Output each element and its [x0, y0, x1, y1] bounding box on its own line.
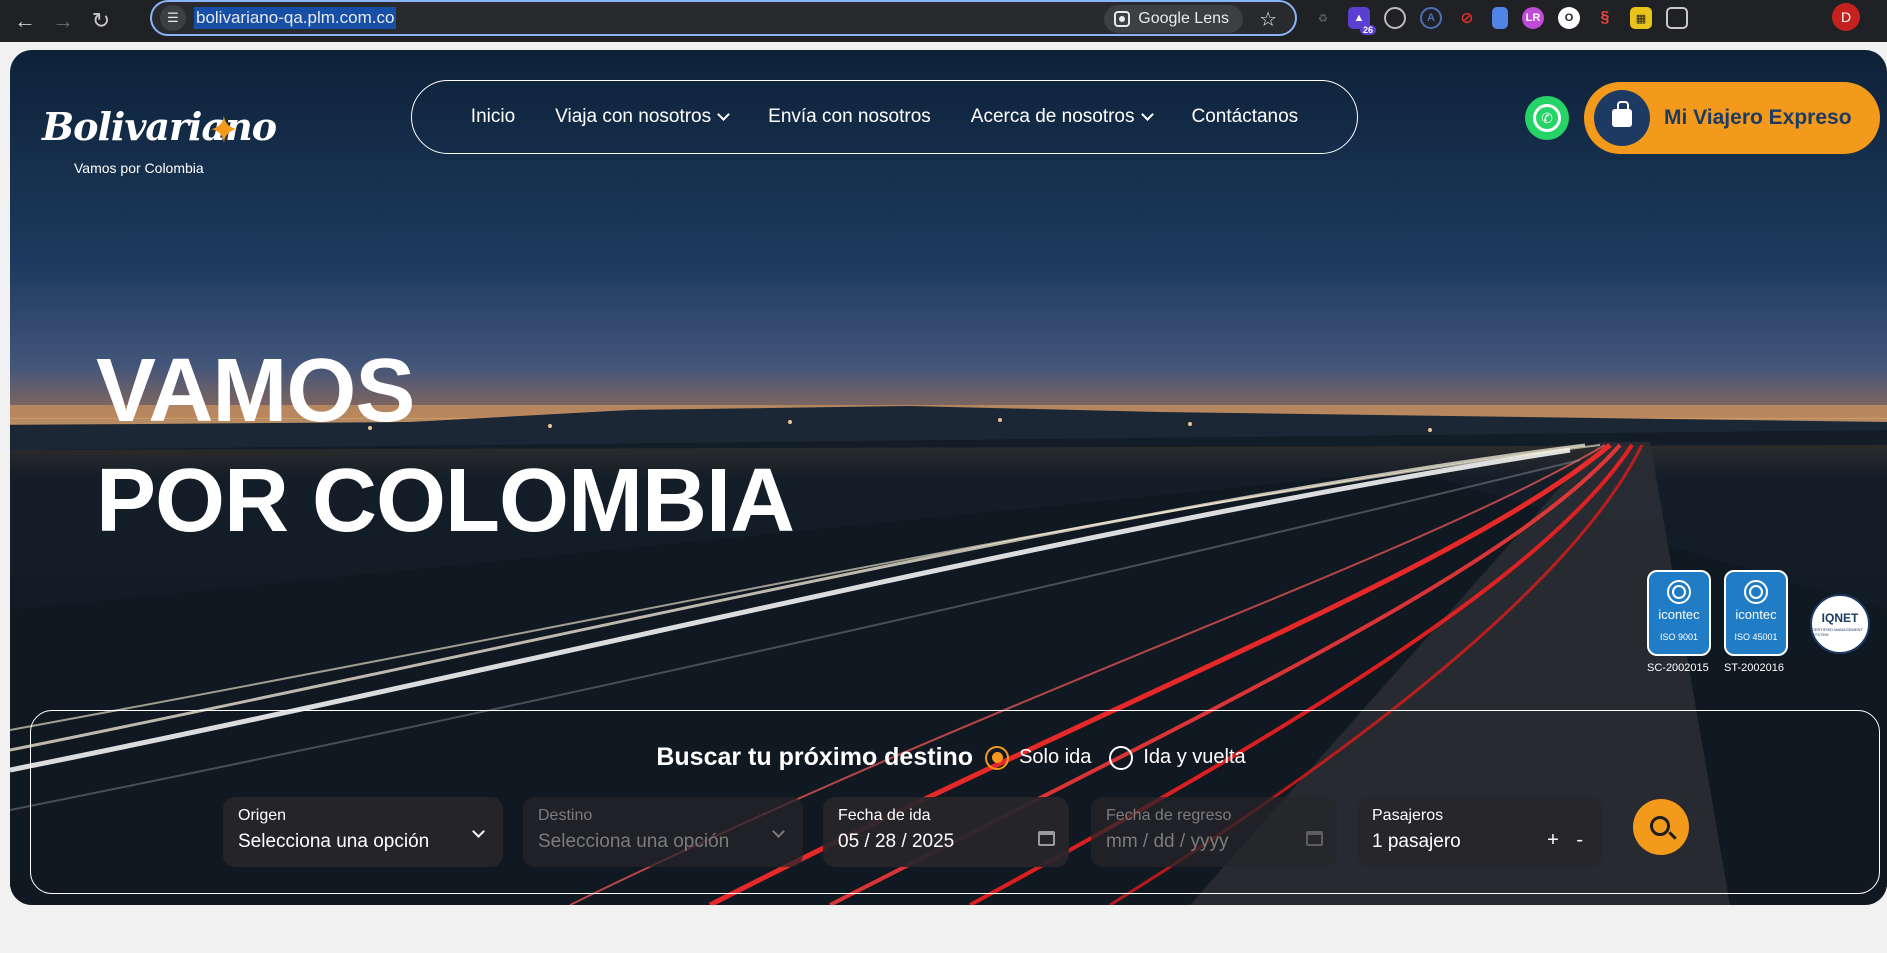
passenger-stepper[interactable]: + - [1547, 829, 1589, 852]
chevron-down-icon [1140, 108, 1154, 121]
origin-label: Origen [238, 807, 287, 824]
whatsapp-icon: ✆ [1533, 104, 1561, 132]
forward-icon[interactable]: → [44, 5, 82, 37]
folder-extension-icon[interactable]: ▦ [1630, 7, 1652, 29]
nav-item-acerca-de-nosotros[interactable]: Acerca de nosotros [970, 106, 1154, 128]
destination-label: Destino [538, 807, 593, 824]
ida-y-vuelta-radio[interactable] [1109, 745, 1134, 770]
ida-y-vuelta-label[interactable]: Ida y vuelta [1143, 746, 1245, 769]
nav-item-label: Contáctanos [1191, 106, 1299, 127]
address-bar[interactable]: ☰ bolivariano-qa.plm.com.co Google Lens … [150, 0, 1297, 36]
bolivariano-logo[interactable]: Bolivariano ✦ Vamos por Colombia [32, 80, 277, 180]
google-lens-button[interactable]: Google Lens [1104, 5, 1243, 33]
destination-value: Selecciona una opción [538, 831, 730, 852]
search-icon [1649, 815, 1670, 836]
s-extension-icon[interactable]: § [1594, 7, 1616, 29]
return-value: mm / dd / yyyy [1106, 831, 1229, 852]
logo-star-icon: ✦ [208, 110, 240, 152]
return-date-field[interactable]: Fecha de regreso mm / dd / yyyy [1091, 797, 1337, 867]
eye-off-extension-icon[interactable]: ⊘ [1456, 7, 1478, 29]
cert-code: ST-2002016 [1724, 662, 1784, 674]
passengers-field[interactable]: Pasajeros 1 pasajero + - [1357, 797, 1603, 867]
nav-item-label: Inicio [470, 106, 516, 127]
trip-search-panel: Buscar tu próximo destino Solo ida Ida y… [30, 710, 1880, 894]
url-text[interactable]: bolivariano-qa.plm.com.co [194, 7, 397, 29]
calendar-icon[interactable] [1306, 831, 1323, 846]
cert-name: icontec [1735, 607, 1777, 622]
return-label: Fecha de regreso [1106, 807, 1232, 824]
nav-item-viaja-con-nosotros[interactable]: Viaja con nosotros [555, 106, 731, 128]
a-extension-icon[interactable]: A [1420, 7, 1442, 29]
passengers-label: Pasajeros [1372, 807, 1444, 824]
round-extension-icon[interactable]: O [1558, 7, 1580, 29]
headline-line-1: VAMOS [96, 341, 415, 441]
cert-standard: ISO 9001 [1659, 632, 1699, 642]
copy-extension-icon[interactable] [1492, 7, 1508, 29]
target-extension-icon[interactable] [1384, 7, 1406, 29]
whatsapp-button[interactable]: ✆ [1525, 96, 1569, 140]
nav-item-label: Acerca de nosotros [970, 106, 1135, 127]
extensions-bar: ♻ ▲ 26 A ⊘ LR O § ▦ [1312, 4, 1688, 35]
back-icon[interactable]: ← [6, 5, 44, 37]
site-settings-icon[interactable]: ☰ [160, 5, 186, 31]
calendar-icon[interactable] [1038, 831, 1055, 846]
icontec-icon [1744, 580, 1768, 604]
departure-date-field[interactable]: Fecha de ida 05 / 28 / 2025 [823, 797, 1069, 867]
graduation-extension-icon[interactable]: ▲ 26 [1348, 7, 1376, 35]
solo-ida-label[interactable]: Solo ida [1019, 746, 1091, 769]
departure-value: 05 / 28 / 2025 [838, 831, 955, 852]
main-navigation: Inicio Viaja con nosotros Envía con noso… [411, 80, 1358, 154]
icontec-iso9001-badge: icontec ISO 9001 [1647, 570, 1711, 656]
google-lens-icon [1114, 11, 1131, 27]
logo-tagline: Vamos por Colombia [74, 160, 204, 176]
nav-item-envia-con-nosotros[interactable]: Envía con nosotros [768, 106, 931, 128]
google-lens-label: Google Lens [1138, 10, 1229, 27]
destination-select[interactable]: Destino Selecciona una opción [523, 797, 803, 867]
bookmark-star-icon[interactable]: ☆ [1259, 7, 1277, 32]
chevron-down-icon [717, 108, 731, 121]
icontec-icon [1667, 580, 1691, 604]
cta-label: Mi Viajero Expreso [1664, 106, 1852, 129]
mi-viajero-expreso-button[interactable]: Mi Viajero Expreso [1584, 82, 1880, 154]
solo-ida-radio[interactable] [985, 745, 1010, 770]
departure-label: Fecha de ida [838, 807, 931, 824]
search-title: Buscar tu próximo destino [656, 743, 974, 771]
nav-item-contactanos[interactable]: Contáctanos [1192, 106, 1299, 128]
search-header: Buscar tu próximo destino Solo ida Ida y… [31, 743, 1879, 772]
nav-item-label: Viaja con nosotros [555, 106, 712, 127]
extension-badge: 26 [1359, 25, 1376, 35]
origin-value: Selecciona una opción [238, 831, 430, 852]
search-button[interactable] [1633, 799, 1689, 855]
cert-name: icontec [1658, 607, 1700, 622]
luggage-icon [1612, 101, 1632, 127]
logo-wordmark: Bolivariano [42, 104, 277, 149]
iqnet-sub: CERTIFIED MANAGEMENT SYSTEM [1812, 627, 1863, 637]
cta-icon-circle [1594, 90, 1650, 146]
cert-code: SC-2002015 [1647, 662, 1709, 674]
origin-select[interactable]: Origen Selecciona una opción [223, 797, 503, 867]
recycle-extension-icon[interactable]: ♻ [1312, 7, 1334, 29]
hero-headline: VAMOS POR COLOMBIA [96, 336, 795, 556]
iqnet-badge: IQNET CERTIFIED MANAGEMENT SYSTEM [1810, 594, 1870, 654]
browser-toolbar: ← → ↻ ☰ bolivariano-qa.plm.com.co Google… [0, 0, 1887, 42]
icontec-iso45001-badge: icontec ISO 45001 [1724, 570, 1788, 656]
nav-item-label: Envía con nosotros [768, 106, 931, 127]
cert-standard: ISO 45001 [1734, 632, 1778, 642]
lr-extension-icon[interactable]: LR [1522, 7, 1544, 29]
certification-badges: icontec ISO 9001 SC-2002015 icontec ISO … [1647, 570, 1872, 690]
nav-item-inicio[interactable]: Inicio [471, 106, 515, 128]
reload-icon[interactable]: ↻ [82, 5, 120, 37]
extensions-icon[interactable] [1666, 7, 1688, 29]
profile-avatar[interactable]: D [1832, 3, 1860, 31]
iqnet-name: IQNET [1821, 611, 1859, 625]
hero-banner: Bolivariano ✦ Vamos por Colombia Inicio … [10, 50, 1887, 905]
headline-line-2: POR COLOMBIA [96, 451, 795, 551]
